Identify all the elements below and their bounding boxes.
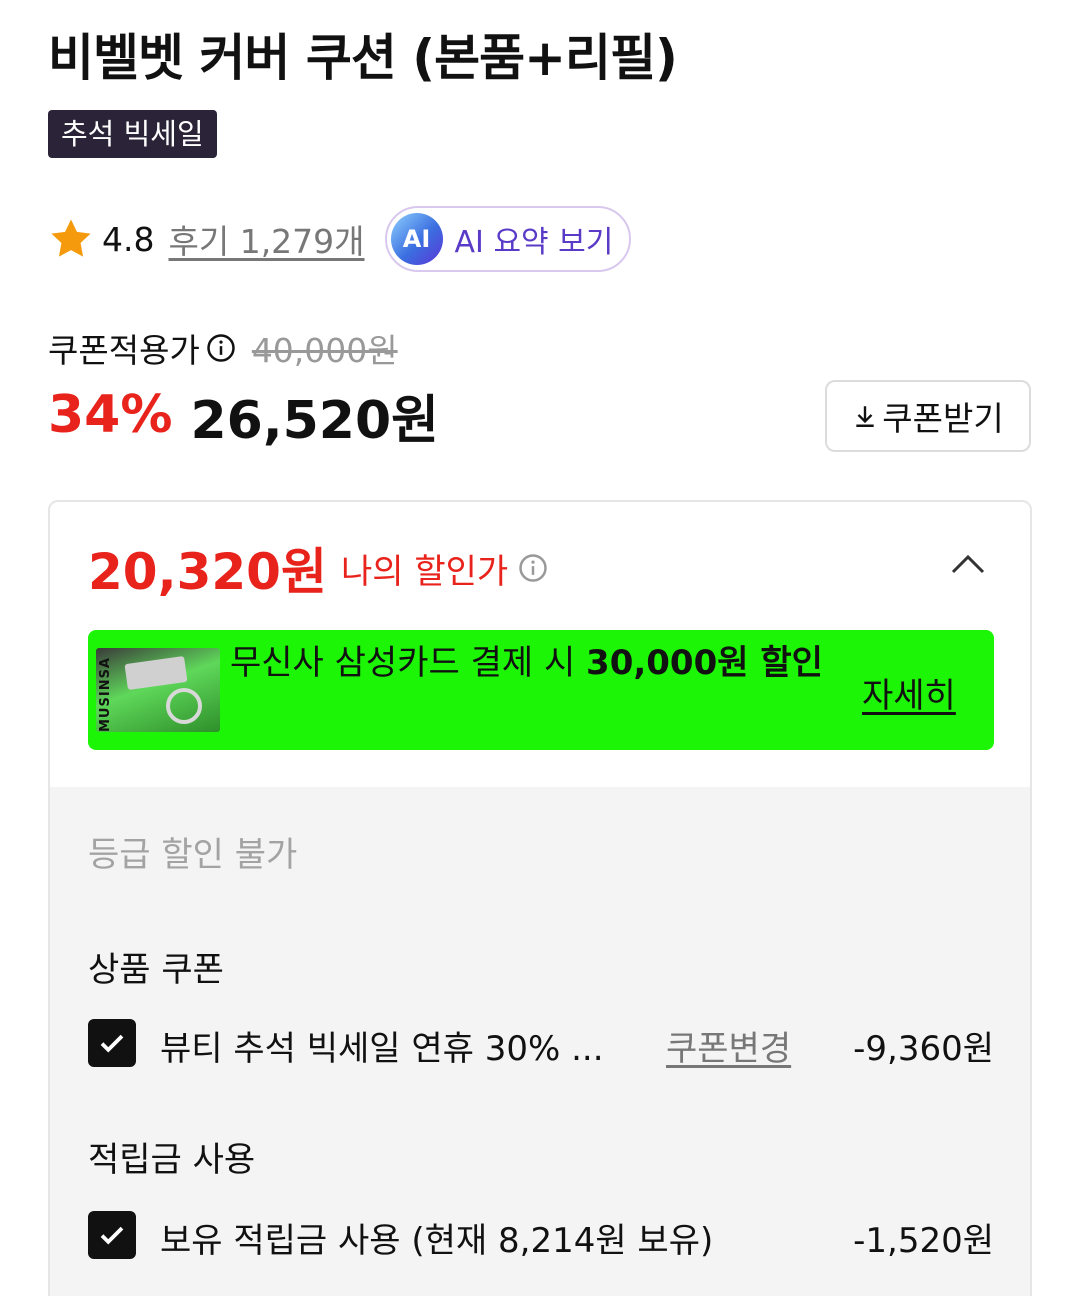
banner-text-bold: 30,000원 할인 (586, 643, 823, 683)
points-row: 보유 적립금 사용 (현재 8,214원 보유) -1,520원 (88, 1209, 994, 1261)
product-title: 비벨벳 커버 쿠션 (본품+리필) (48, 29, 678, 87)
points-title: 적립금 사용 (88, 1140, 256, 1180)
coupon-download-button[interactable]: 쿠폰받기 (825, 380, 1031, 452)
my-price-row: 20,320원 나의 할인가 (88, 536, 548, 601)
product-coupon-row: 뷰티 추석 빅세일 연휴 30% ... 쿠폰변경 -9,360원 (88, 1017, 994, 1070)
product-coupon-title: 상품 쿠폰 (88, 950, 224, 990)
my-discount-price: 20,320원 (88, 543, 327, 601)
ai-summary-label: AI 요약 보기 (454, 225, 614, 260)
product-coupon-name: 뷰티 추석 빅세일 연휴 30% ... (160, 1029, 604, 1069)
check-icon (100, 1034, 124, 1053)
banner-detail-link[interactable]: 자세히 (862, 668, 956, 717)
points-usage-text: 보유 적립금 사용 (현재 8,214원 보유) (160, 1221, 714, 1261)
banner-image-card-shape (124, 655, 188, 691)
rating-row: 4.8 후기 1,279개 AI AI 요약 보기 (48, 206, 632, 272)
banner-image-brand: MUSINSA (98, 657, 113, 732)
info-icon[interactable] (206, 333, 236, 363)
product-detail-page: 비벨벳 커버 쿠션 (본품+리필) 추석 빅세일 4.8 후기 1,279개 A… (0, 0, 1080, 1296)
info-icon[interactable] (518, 553, 548, 583)
check-icon (100, 1226, 124, 1245)
benefit-details: 등급 할인 불가 상품 쿠폰 뷰티 추석 빅세일 연휴 30% ... 쿠폰변경… (50, 787, 1030, 1296)
my-discount-label: 나의 할인가 (340, 551, 509, 592)
sale-price: 26,520원 (190, 390, 439, 451)
rating-value: 4.8 (102, 219, 155, 259)
chevron-up-icon[interactable] (950, 552, 986, 576)
star-icon (51, 219, 91, 257)
card-promo-banner[interactable]: MUSINSA 무신사 삼성카드 결제 시 30,000원 할인 자세히 (88, 630, 994, 750)
coupon-price-row: 쿠폰적용가 40,000원 (48, 324, 398, 372)
banner-image: MUSINSA (96, 648, 220, 732)
coupon-change-link[interactable]: 쿠폰변경 (666, 1021, 791, 1070)
product-coupon-checkbox[interactable] (88, 1019, 136, 1067)
price-row: 34% 26,520원 (48, 382, 439, 451)
benefit-panel: 20,320원 나의 할인가 MUSINSA 무신사 삼성카드 결제 시 30,… (48, 500, 1032, 1296)
coupon-download-label: 쿠폰받기 (882, 399, 1004, 438)
original-price: 40,000원 (251, 331, 398, 370)
grade-discount-unavailable: 등급 할인 불가 (88, 835, 298, 875)
points-amount: -1,520원 (853, 1221, 994, 1261)
event-badge: 추석 빅세일 (48, 110, 217, 158)
product-coupon-amount: -9,360원 (853, 1029, 994, 1069)
banner-text-prefix: 무신사 삼성카드 결제 시 (230, 643, 587, 683)
points-checkbox[interactable] (88, 1211, 136, 1259)
coupon-price-label: 쿠폰적용가 (48, 331, 200, 370)
review-count-link[interactable]: 후기 1,279개 (168, 215, 364, 263)
discount-rate: 34% (48, 385, 173, 445)
ai-summary-button[interactable]: AI AI 요약 보기 (384, 206, 632, 272)
download-icon (856, 406, 874, 427)
banner-image-ring-shape (166, 688, 202, 724)
banner-text: 무신사 삼성카드 결제 시 30,000원 할인 (230, 638, 840, 688)
ai-badge-icon: AI (390, 213, 443, 265)
